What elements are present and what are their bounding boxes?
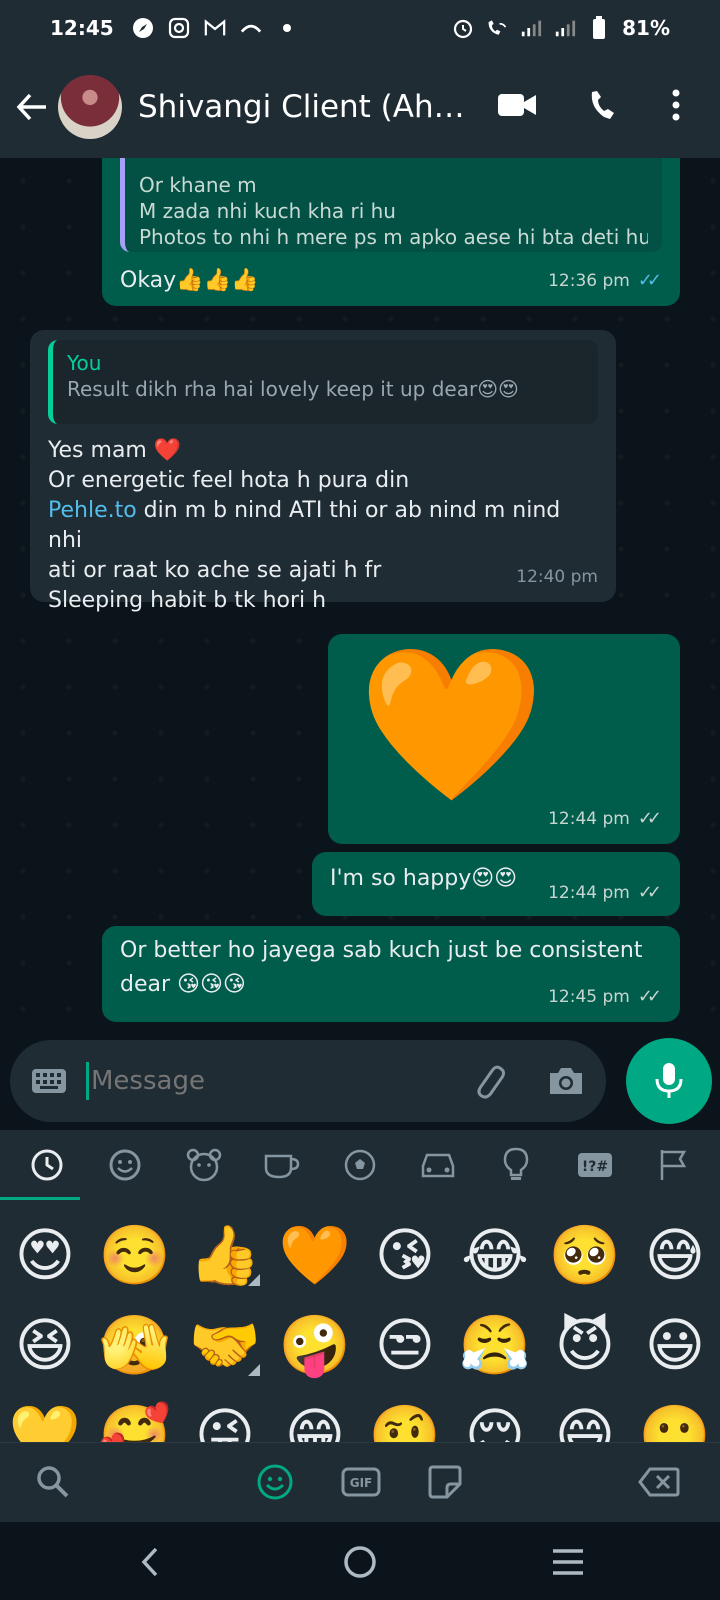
mic-button[interactable] [626, 1038, 712, 1124]
read-ticks-icon: ✓✓ [637, 270, 662, 291]
emoji-key[interactable]: 😆 [0, 1300, 90, 1390]
travel-icon[interactable] [408, 1135, 468, 1195]
emoji-panel: !?# 😍 ☺️ 👍 🧡 😘 😂 🥺 😅 😆 🫣 🤝 🤪 😒 😤 😈 😃 💛 🥰… [0, 1130, 720, 1469]
emoji-key[interactable]: 😃 [630, 1300, 720, 1390]
emoji-key[interactable]: 😘 [360, 1210, 450, 1300]
more-options-icon[interactable] [672, 89, 680, 125]
message-bubble-outgoing[interactable]: Or better ho jayega sab kuch just be con… [102, 926, 680, 1022]
voice-call-icon[interactable] [588, 89, 620, 125]
message-time: 12:44 pm [548, 883, 630, 903]
animal-icon[interactable] [174, 1135, 234, 1195]
activity-icon[interactable] [330, 1135, 390, 1195]
emoji-grid: 😍 ☺️ 👍 🧡 😘 😂 🥺 😅 😆 🫣 🤝 🤪 😒 😤 😈 😃 💛 🥰 😜 😁… [0, 1210, 720, 1480]
status-bar: 12:45 81% [0, 0, 720, 56]
message-bubble-outgoing[interactable]: Or khane m M zada nhi kuch kha ri hu Pho… [102, 158, 680, 306]
search-icon[interactable] [28, 1457, 78, 1507]
instagram-icon [168, 17, 190, 39]
emoji-key[interactable]: 👍 [180, 1210, 270, 1300]
svg-text:GIF: GIF [350, 1476, 373, 1490]
message-line: Pehle.to din m b nind ATI thi or ab nind… [48, 496, 598, 556]
emoji-key[interactable]: ☺️ [90, 1210, 180, 1300]
emoji-key[interactable]: 🤝 [180, 1300, 270, 1390]
message-line: Yes mam ❤️ [48, 438, 182, 463]
emoji-keyboard-bar: GIF [0, 1442, 720, 1522]
nav-back-icon[interactable] [128, 1540, 172, 1584]
message-line: Or energetic feel hota h pura din [48, 468, 410, 493]
video-call-icon[interactable] [498, 92, 536, 122]
missed-call-icon [240, 17, 262, 39]
emoji-category-tabs: !?# [0, 1130, 720, 1200]
system-nav-bar [0, 1522, 720, 1600]
delivered-ticks-icon: ✓✓ [637, 808, 662, 829]
emoji-key[interactable]: 🫣 [90, 1300, 180, 1390]
gif-icon[interactable]: GIF [336, 1457, 386, 1507]
recent-icon[interactable] [17, 1135, 77, 1195]
message-time: 12:44 pm [548, 809, 630, 829]
text-cursor [86, 1062, 89, 1100]
message-link[interactable]: Pehle.to [48, 498, 137, 523]
skin-tone-indicator [248, 1364, 260, 1376]
keyboard-icon[interactable] [30, 1062, 68, 1100]
smiley-icon[interactable] [95, 1135, 155, 1195]
quote-line: Result dikh rha hai lovely keep it up de… [67, 377, 519, 401]
category-selected-indicator [0, 1197, 80, 1200]
emoji-key[interactable]: 🥺 [540, 1210, 630, 1300]
quote-line: Photos to nhi h mere ps m apko aese hi b… [139, 225, 648, 249]
message-time: 12:36 pm [548, 271, 630, 291]
emoji-key[interactable]: 😤 [450, 1300, 540, 1390]
backspace-icon[interactable] [634, 1457, 684, 1507]
heart-sticker: 🧡 [358, 638, 545, 812]
sticker-icon[interactable] [420, 1457, 470, 1507]
emoji-key[interactable]: 😈 [540, 1300, 630, 1390]
emoji-tab-icon[interactable] [250, 1457, 300, 1507]
back-arrow-icon[interactable] [12, 87, 52, 127]
gmail-icon [204, 17, 226, 39]
signal-icon [520, 17, 542, 39]
compass-icon [132, 17, 154, 39]
nav-recents-icon[interactable] [546, 1540, 590, 1584]
message-bubble-incoming[interactable]: You Result dikh rha hai lovely keep it u… [30, 330, 616, 613]
flags-icon[interactable] [643, 1135, 703, 1195]
emoji-key[interactable]: 😒 [360, 1300, 450, 1390]
battery-icon [588, 16, 610, 39]
symbols-icon[interactable]: !?# [565, 1135, 625, 1195]
message-bubble-outgoing[interactable]: 🧡 12:44 pm ✓✓ [328, 634, 680, 844]
chat-header: Shivangi Client (Ahar... [0, 56, 720, 158]
objects-icon[interactable] [486, 1135, 546, 1195]
emoji-key[interactable]: 🤪 [270, 1300, 360, 1390]
signal-icon-2 [554, 17, 576, 39]
food-icon[interactable] [252, 1135, 312, 1195]
nav-home-icon[interactable] [338, 1540, 382, 1584]
quoted-message[interactable]: Or khane m M zada nhi kuch kha ri hu Pho… [120, 158, 662, 252]
quote-line: Or khane m [139, 173, 257, 197]
emoji-key[interactable]: 😅 [630, 1210, 720, 1300]
quoted-message[interactable]: You Result dikh rha hai lovely keep it u… [48, 340, 598, 424]
mic-icon [655, 1063, 683, 1098]
emoji-key[interactable]: 😍 [0, 1210, 90, 1300]
delivered-ticks-icon: ✓✓ [637, 986, 662, 1007]
message-time: 12:45 pm [548, 987, 630, 1007]
emoji-key[interactable]: 😂 [450, 1210, 540, 1300]
emoji-key[interactable]: 🧡 [270, 1210, 360, 1300]
skin-tone-indicator [248, 1274, 260, 1286]
quote-line: M zada nhi kuch kha ri hu [139, 199, 396, 223]
message-composer [10, 1040, 606, 1122]
dot-icon [276, 17, 298, 39]
attach-icon[interactable] [470, 1061, 510, 1101]
chat-area[interactable]: Or khane m M zada nhi kuch kha ri hu Pho… [0, 158, 720, 1036]
message-time: 12:40 pm [516, 567, 598, 587]
svg-text:!?#: !?# [582, 1159, 608, 1175]
avatar[interactable] [58, 75, 122, 139]
contact-name[interactable]: Shivangi Client (Ahar... [138, 89, 478, 125]
delivered-ticks-icon: ✓✓ [637, 882, 662, 903]
battery-percent: 81% [622, 16, 670, 40]
quote-author: You [67, 351, 102, 375]
message-input[interactable] [91, 1066, 461, 1096]
status-time: 12:45 [50, 16, 114, 40]
message-line: Or better ho jayega sab kuch just be con… [120, 938, 643, 963]
wifi-call-icon [486, 17, 508, 39]
message-bubble-outgoing[interactable]: I'm so happy😍😍 12:44 pm ✓✓ [312, 852, 680, 916]
camera-icon[interactable] [546, 1061, 586, 1101]
alarm-icon [452, 17, 474, 39]
